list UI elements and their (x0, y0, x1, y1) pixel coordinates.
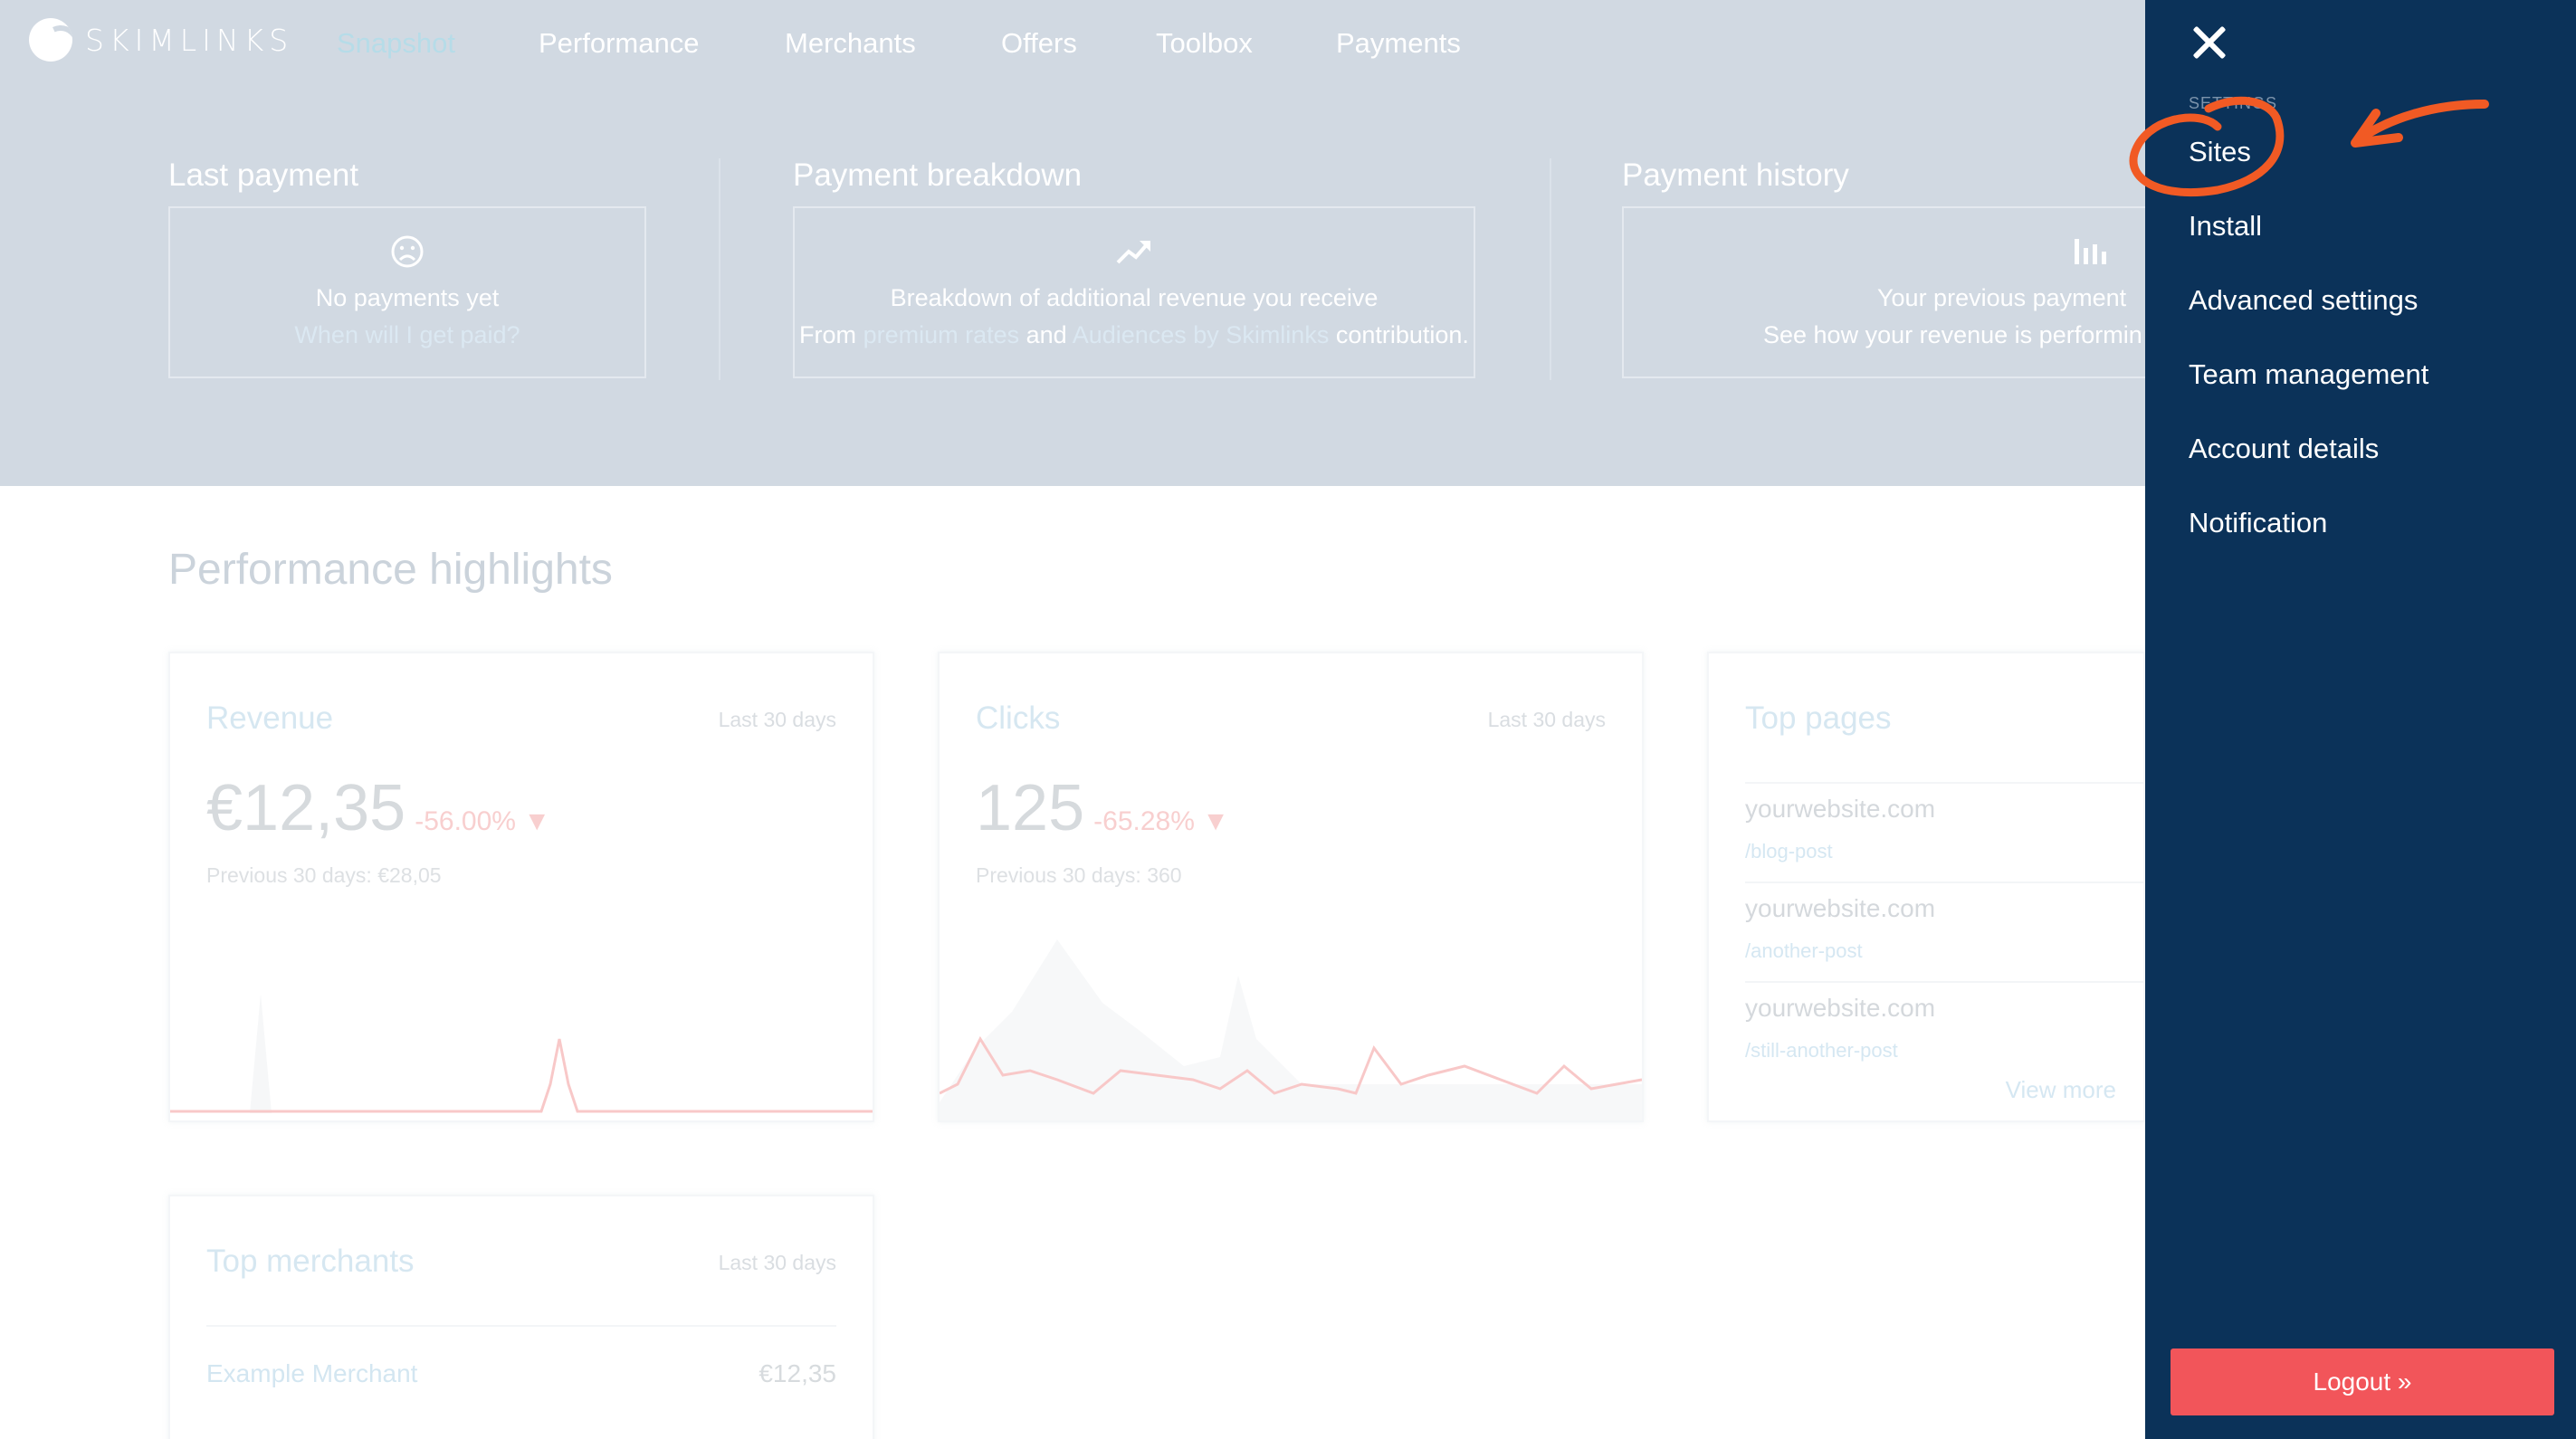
nav-toolbox[interactable]: Toolbox (1156, 27, 1253, 60)
sad-face-icon (170, 233, 644, 273)
logout-button[interactable]: Logout » (2171, 1348, 2554, 1415)
sidebar-item-account-details[interactable]: Account details (2189, 433, 2379, 465)
divider (1745, 882, 2143, 883)
hero-divider (1550, 158, 1551, 380)
payment-history-sub: See how your revenue is performin (1763, 321, 2142, 348)
payment-breakdown-sub: From premium rates and Audiences by Skim… (795, 321, 1474, 349)
merchant-name[interactable]: Example Merchant (206, 1359, 417, 1388)
nav-snapshot[interactable]: Snapshot (337, 27, 455, 60)
top-page-domain: yourwebsite.com (1745, 994, 1936, 1022)
settings-heading: SETTINGS (2189, 94, 2278, 112)
last-payment-heading: No payments yet (315, 284, 500, 311)
clicks-value: 125 -65.28% ▼ (976, 771, 1229, 845)
when-paid-link[interactable]: When will I get paid? (170, 321, 644, 349)
settings-sidebar: SETTINGS Sites Install Advanced settings… (2145, 0, 2576, 1439)
revenue-range: Last 30 days (718, 708, 836, 731)
sidebar-item-install[interactable]: Install (2189, 210, 2262, 243)
top-merchants-panel: Top merchants Last 30 days Example Merch… (168, 1195, 874, 1439)
payment-history-card: Your previous payment See how your reven… (1622, 206, 2183, 378)
premium-rates-link[interactable]: premium rates (863, 321, 1020, 348)
payment-breakdown-card: Breakdown of additional revenue you rece… (793, 206, 1475, 378)
revenue-panel: Revenue Last 30 days €12,35 -56.00% ▼ Pre… (168, 652, 874, 1122)
clicks-sparkline (940, 939, 1642, 1120)
payment-breakdown-title: Payment breakdown (793, 157, 1083, 193)
breakdown-suffix: contribution. (1335, 321, 1469, 348)
top-page-path[interactable]: /still-another-post (1745, 1039, 1898, 1063)
trend-up-icon (795, 233, 1474, 273)
skimlinks-logo[interactable]: SKIMLINKS (29, 18, 293, 62)
down-arrow-icon: ▼ (1202, 806, 1229, 836)
revenue-title: Revenue (206, 700, 334, 736)
payment-breakdown-heading: Breakdown of additional revenue you rece… (890, 284, 1379, 311)
merchant-value: €12,35 (758, 1359, 836, 1387)
performance-highlights-title: Performance highlights (168, 546, 613, 594)
divider (1745, 782, 2143, 784)
revenue-previous: Previous 30 days: €28,05 (206, 863, 442, 887)
last-payment-card: No payments yet When will I get paid? (168, 206, 646, 378)
divider (206, 1325, 836, 1327)
nav-merchants[interactable]: Merchants (785, 27, 916, 60)
revenue-amount: €12,35 (206, 772, 406, 844)
top-page-path[interactable]: /blog-post (1745, 840, 1833, 863)
breakdown-from: From (799, 321, 857, 348)
sidebar-item-sites[interactable]: Sites (2189, 136, 2251, 168)
top-merchants-range: Last 30 days (718, 1251, 836, 1274)
clicks-delta-value: -65.28% (1093, 806, 1195, 836)
top-page-path[interactable]: /another-post (1745, 939, 1863, 963)
clicks-panel: Clicks Last 30 days 125 -65.28% ▼ Previou… (938, 652, 1644, 1122)
revenue-delta-value: -56.00% (415, 806, 516, 836)
nav-payments[interactable]: Payments (1336, 27, 1461, 60)
sidebar-item-advanced-settings[interactable]: Advanced settings (2189, 284, 2418, 317)
divider (1745, 981, 2143, 983)
top-navigation: SKIMLINKS Snapshot Performance Merchants… (0, 0, 2145, 89)
top-page-domain: yourwebsite.com (1745, 894, 1936, 922)
top-merchants-title: Top merchants (206, 1244, 415, 1279)
payment-history-title: Payment history (1622, 157, 1849, 193)
clicks-previous: Previous 30 days: 360 (976, 863, 1182, 887)
close-icon[interactable] (2187, 20, 2232, 65)
nav-offers[interactable]: Offers (1001, 27, 1077, 60)
logo-text: SKIMLINKS (85, 22, 294, 58)
clicks-range: Last 30 days (1487, 708, 1606, 731)
payments-hero: SKIMLINKS Snapshot Performance Merchants… (0, 0, 2183, 486)
clicks-delta: -65.28% ▼ (1093, 806, 1229, 836)
skimlinks-logo-icon (29, 18, 72, 62)
last-payment-title: Last payment (168, 157, 359, 193)
revenue-value: €12,35 -56.00% ▼ (206, 771, 550, 845)
top-page-domain: yourwebsite.com (1745, 795, 1936, 823)
view-more-link[interactable]: View more (2006, 1076, 2116, 1104)
clicks-title: Clicks (976, 700, 1061, 736)
down-arrow-icon: ▼ (523, 806, 551, 836)
clicks-amount: 125 (976, 772, 1085, 844)
revenue-sparkline (170, 994, 873, 1113)
sidebar-item-team-management[interactable]: Team management (2189, 358, 2428, 391)
revenue-delta: -56.00% ▼ (415, 806, 550, 836)
audiences-link[interactable]: Audiences by Skimlinks (1073, 321, 1330, 348)
breakdown-and: and (1026, 321, 1067, 348)
top-pages-title: Top pages (1745, 700, 1892, 736)
top-pages-panel: Top pages yourwebsite.com /blog-post you… (1707, 652, 2145, 1122)
payment-history-heading: Your previous payment (1877, 284, 2127, 311)
sidebar-item-notification[interactable]: Notification (2189, 507, 2327, 539)
hero-divider (719, 158, 720, 380)
nav-performance[interactable]: Performance (539, 27, 699, 60)
